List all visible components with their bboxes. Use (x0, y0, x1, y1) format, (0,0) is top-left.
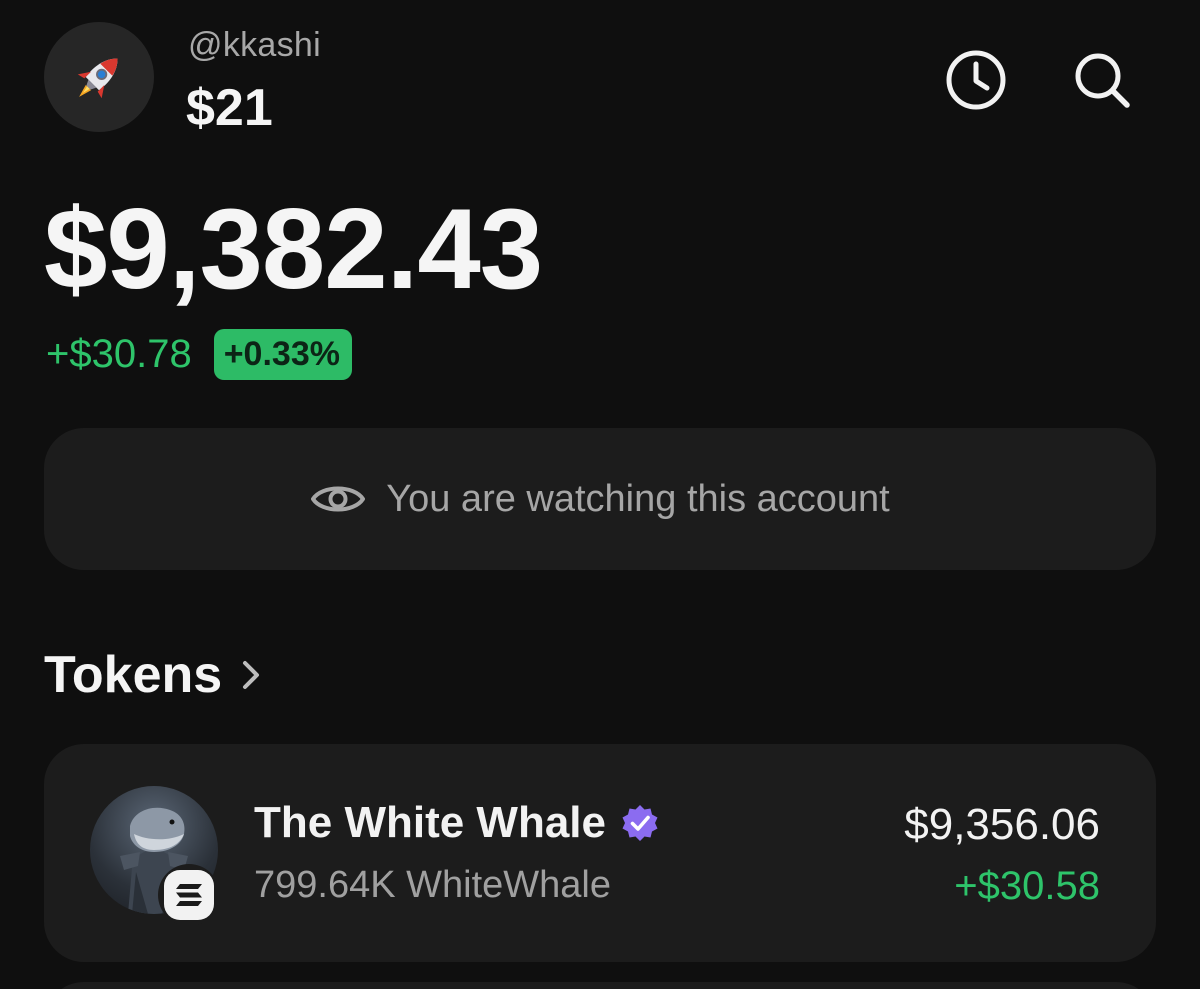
token-amount: 799.64K WhiteWhale (254, 864, 611, 906)
balance-change-amount: +$30.78 (46, 331, 192, 376)
token-value: $9,356.06 (904, 800, 1100, 849)
watching-account-text: You are watching this account (386, 477, 890, 520)
account-avatar[interactable] (44, 22, 154, 132)
solana-icon (176, 884, 202, 906)
chain-badge (158, 864, 220, 926)
token-row[interactable]: The White Whale 799.64K WhiteWhale $9,35… (44, 744, 1156, 962)
history-button[interactable] (944, 48, 1008, 112)
balance-change-row: +$30.78 +0.33% (46, 326, 352, 382)
tokens-title: Tokens (44, 646, 223, 704)
tokens-section-link[interactable]: Tokens (44, 640, 264, 710)
search-icon (1075, 53, 1130, 108)
account-small-balance: $21 (186, 79, 273, 137)
watching-account-banner: You are watching this account (44, 428, 1156, 570)
token-name: The White Whale (254, 798, 606, 847)
token-change: +$30.58 (954, 864, 1100, 908)
token-name-row: The White Whale (254, 798, 660, 848)
next-token-row-partial[interactable] (44, 982, 1156, 989)
total-balance: $9,382.43 (44, 186, 543, 313)
chevron-right-icon (243, 661, 260, 689)
eye-icon (311, 486, 366, 512)
rocket-icon (77, 58, 118, 99)
search-button[interactable] (1070, 48, 1134, 112)
wallet-screen: @kkashi $21 $9,382.43 +$30.78 +0.33% You… (0, 0, 1200, 989)
verified-badge-icon (622, 805, 658, 841)
balance-change-percent-badge: +0.33% (213, 328, 352, 380)
account-handle: @kkashi (188, 26, 321, 64)
clock-icon (946, 50, 1006, 110)
